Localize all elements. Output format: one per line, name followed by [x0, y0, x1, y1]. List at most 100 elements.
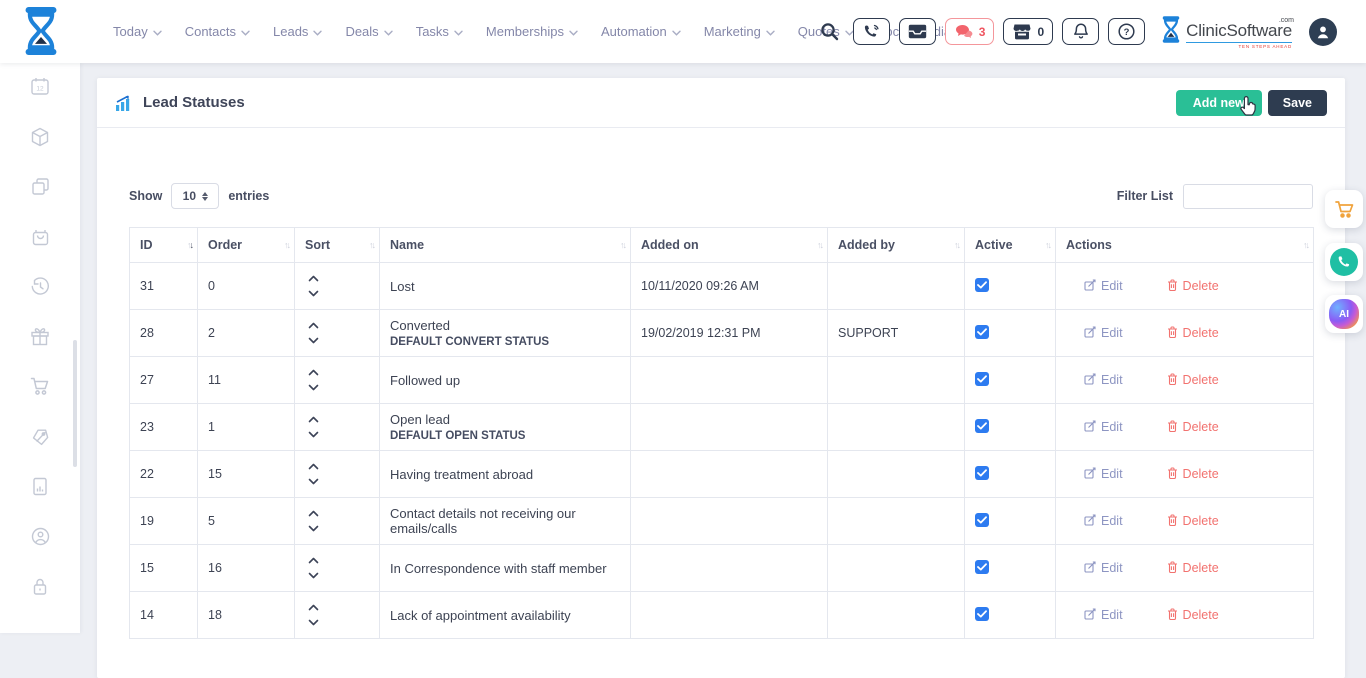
- edit-button[interactable]: Edit: [1084, 608, 1123, 623]
- cell-active: [965, 545, 1056, 592]
- delete-icon: [1167, 373, 1178, 388]
- bag-icon[interactable]: [29, 227, 51, 246]
- active-checkbox[interactable]: [975, 607, 989, 621]
- edit-button[interactable]: Edit: [1084, 561, 1123, 576]
- help-button[interactable]: ?: [1108, 18, 1145, 45]
- move-down-button[interactable]: [308, 619, 319, 626]
- delete-button[interactable]: Delete: [1167, 279, 1219, 294]
- bell-icon: [1073, 23, 1089, 40]
- add-new-button[interactable]: Add new: [1176, 90, 1262, 116]
- nav-leads[interactable]: Leads: [273, 24, 322, 39]
- column-header-actions[interactable]: Actions↑↓: [1056, 228, 1314, 263]
- cell-name: Followed up: [380, 357, 631, 404]
- move-up-button[interactable]: [308, 463, 319, 470]
- delete-button[interactable]: Delete: [1167, 467, 1219, 482]
- user-avatar[interactable]: [1309, 18, 1337, 46]
- chevron-down-icon: [454, 30, 463, 36]
- edit-button[interactable]: Edit: [1084, 326, 1123, 341]
- save-button[interactable]: Save: [1268, 90, 1327, 116]
- move-down-button[interactable]: [308, 431, 319, 438]
- move-up-button[interactable]: [308, 557, 319, 564]
- search-icon[interactable]: [820, 22, 839, 41]
- nav-marketing[interactable]: Marketing: [704, 24, 775, 39]
- nav-deals[interactable]: Deals: [345, 24, 392, 39]
- edit-button[interactable]: Edit: [1084, 373, 1123, 388]
- notifications-button[interactable]: [1062, 18, 1099, 45]
- move-up-button[interactable]: [308, 275, 319, 282]
- column-header-added-by[interactable]: Added by↑↓: [828, 228, 965, 263]
- edit-button[interactable]: Edit: [1084, 467, 1123, 482]
- call-fab-button[interactable]: [1325, 243, 1363, 281]
- active-checkbox[interactable]: [975, 325, 989, 339]
- active-checkbox[interactable]: [975, 466, 989, 480]
- phone-button[interactable]: [853, 18, 890, 45]
- active-checkbox[interactable]: [975, 560, 989, 574]
- move-up-button[interactable]: [308, 322, 319, 329]
- delete-button[interactable]: Delete: [1167, 373, 1219, 388]
- svg-text:?: ?: [1124, 27, 1130, 38]
- sort-arrows-icon: ↑↓: [817, 240, 822, 250]
- hourglass-logo-icon[interactable]: [20, 7, 62, 60]
- active-checkbox[interactable]: [975, 372, 989, 386]
- cell-actions: Edit Delete: [1056, 545, 1314, 592]
- move-down-button[interactable]: [308, 572, 319, 579]
- nav-today[interactable]: Today: [113, 24, 162, 39]
- cell-added-by: [828, 263, 965, 310]
- left-sidebar: 12: [0, 63, 80, 633]
- cart-icon[interactable]: [29, 377, 51, 396]
- calendar-icon[interactable]: 12: [29, 77, 51, 96]
- column-header-sort[interactable]: Sort↑↓: [295, 228, 380, 263]
- delete-button[interactable]: Delete: [1167, 514, 1219, 529]
- nav-contacts[interactable]: Contacts: [185, 24, 250, 39]
- move-up-button[interactable]: [308, 510, 319, 517]
- page-size-select[interactable]: 10: [171, 183, 219, 209]
- move-down-button[interactable]: [308, 384, 319, 391]
- topbar-actions: 3 0 ? ClinicSoftware.com TEN STEPS AHEAD: [820, 0, 1337, 63]
- nav-tasks[interactable]: Tasks: [416, 24, 463, 39]
- column-header-added-on[interactable]: Added on↑↓: [631, 228, 828, 263]
- chat-button[interactable]: 3: [945, 18, 995, 45]
- column-header-order[interactable]: Order↑↓: [198, 228, 295, 263]
- move-down-button[interactable]: [308, 525, 319, 532]
- delete-button[interactable]: Delete: [1167, 608, 1219, 623]
- active-checkbox[interactable]: [975, 278, 989, 292]
- gift-icon[interactable]: [29, 327, 51, 346]
- filter-input[interactable]: [1183, 184, 1313, 209]
- clinicsoftware-logo[interactable]: ClinicSoftware.com TEN STEPS AHEAD: [1160, 15, 1292, 49]
- tags-icon[interactable]: [29, 427, 51, 446]
- nav-memberships[interactable]: Memberships: [486, 24, 578, 39]
- sidebar-scrollbar[interactable]: [73, 340, 77, 467]
- delete-button[interactable]: Delete: [1167, 326, 1219, 341]
- active-checkbox[interactable]: [975, 419, 989, 433]
- report-icon[interactable]: [29, 477, 51, 496]
- move-down-button[interactable]: [308, 337, 319, 344]
- package-icon[interactable]: [29, 127, 51, 146]
- ai-assistant-fab-button[interactable]: AI: [1325, 295, 1363, 333]
- entries-label: entries: [228, 189, 269, 203]
- cell-id: 27: [130, 357, 198, 404]
- column-header-id[interactable]: ID↑↓: [130, 228, 198, 263]
- delete-button[interactable]: Delete: [1167, 420, 1219, 435]
- edit-button[interactable]: Edit: [1084, 279, 1123, 294]
- delete-button[interactable]: Delete: [1167, 561, 1219, 576]
- move-up-button[interactable]: [308, 416, 319, 423]
- column-header-name[interactable]: Name↑↓: [380, 228, 631, 263]
- inbox-button[interactable]: [899, 18, 936, 45]
- edit-button[interactable]: Edit: [1084, 514, 1123, 529]
- move-up-button[interactable]: [308, 369, 319, 376]
- nav-automation[interactable]: Automation: [601, 24, 681, 39]
- history-icon[interactable]: [29, 277, 51, 296]
- move-down-button[interactable]: [308, 290, 319, 297]
- cell-sort: [295, 592, 380, 639]
- cell-id: 31: [130, 263, 198, 310]
- edit-button[interactable]: Edit: [1084, 420, 1123, 435]
- move-up-button[interactable]: [308, 604, 319, 611]
- basket-fab-button[interactable]: [1325, 190, 1363, 228]
- column-header-active[interactable]: Active↑↓: [965, 228, 1056, 263]
- move-down-button[interactable]: [308, 478, 319, 485]
- account-icon[interactable]: [29, 527, 51, 546]
- active-checkbox[interactable]: [975, 513, 989, 527]
- copy-icon[interactable]: [29, 177, 51, 196]
- lock-icon[interactable]: [29, 577, 51, 596]
- store-button[interactable]: 0: [1003, 18, 1053, 45]
